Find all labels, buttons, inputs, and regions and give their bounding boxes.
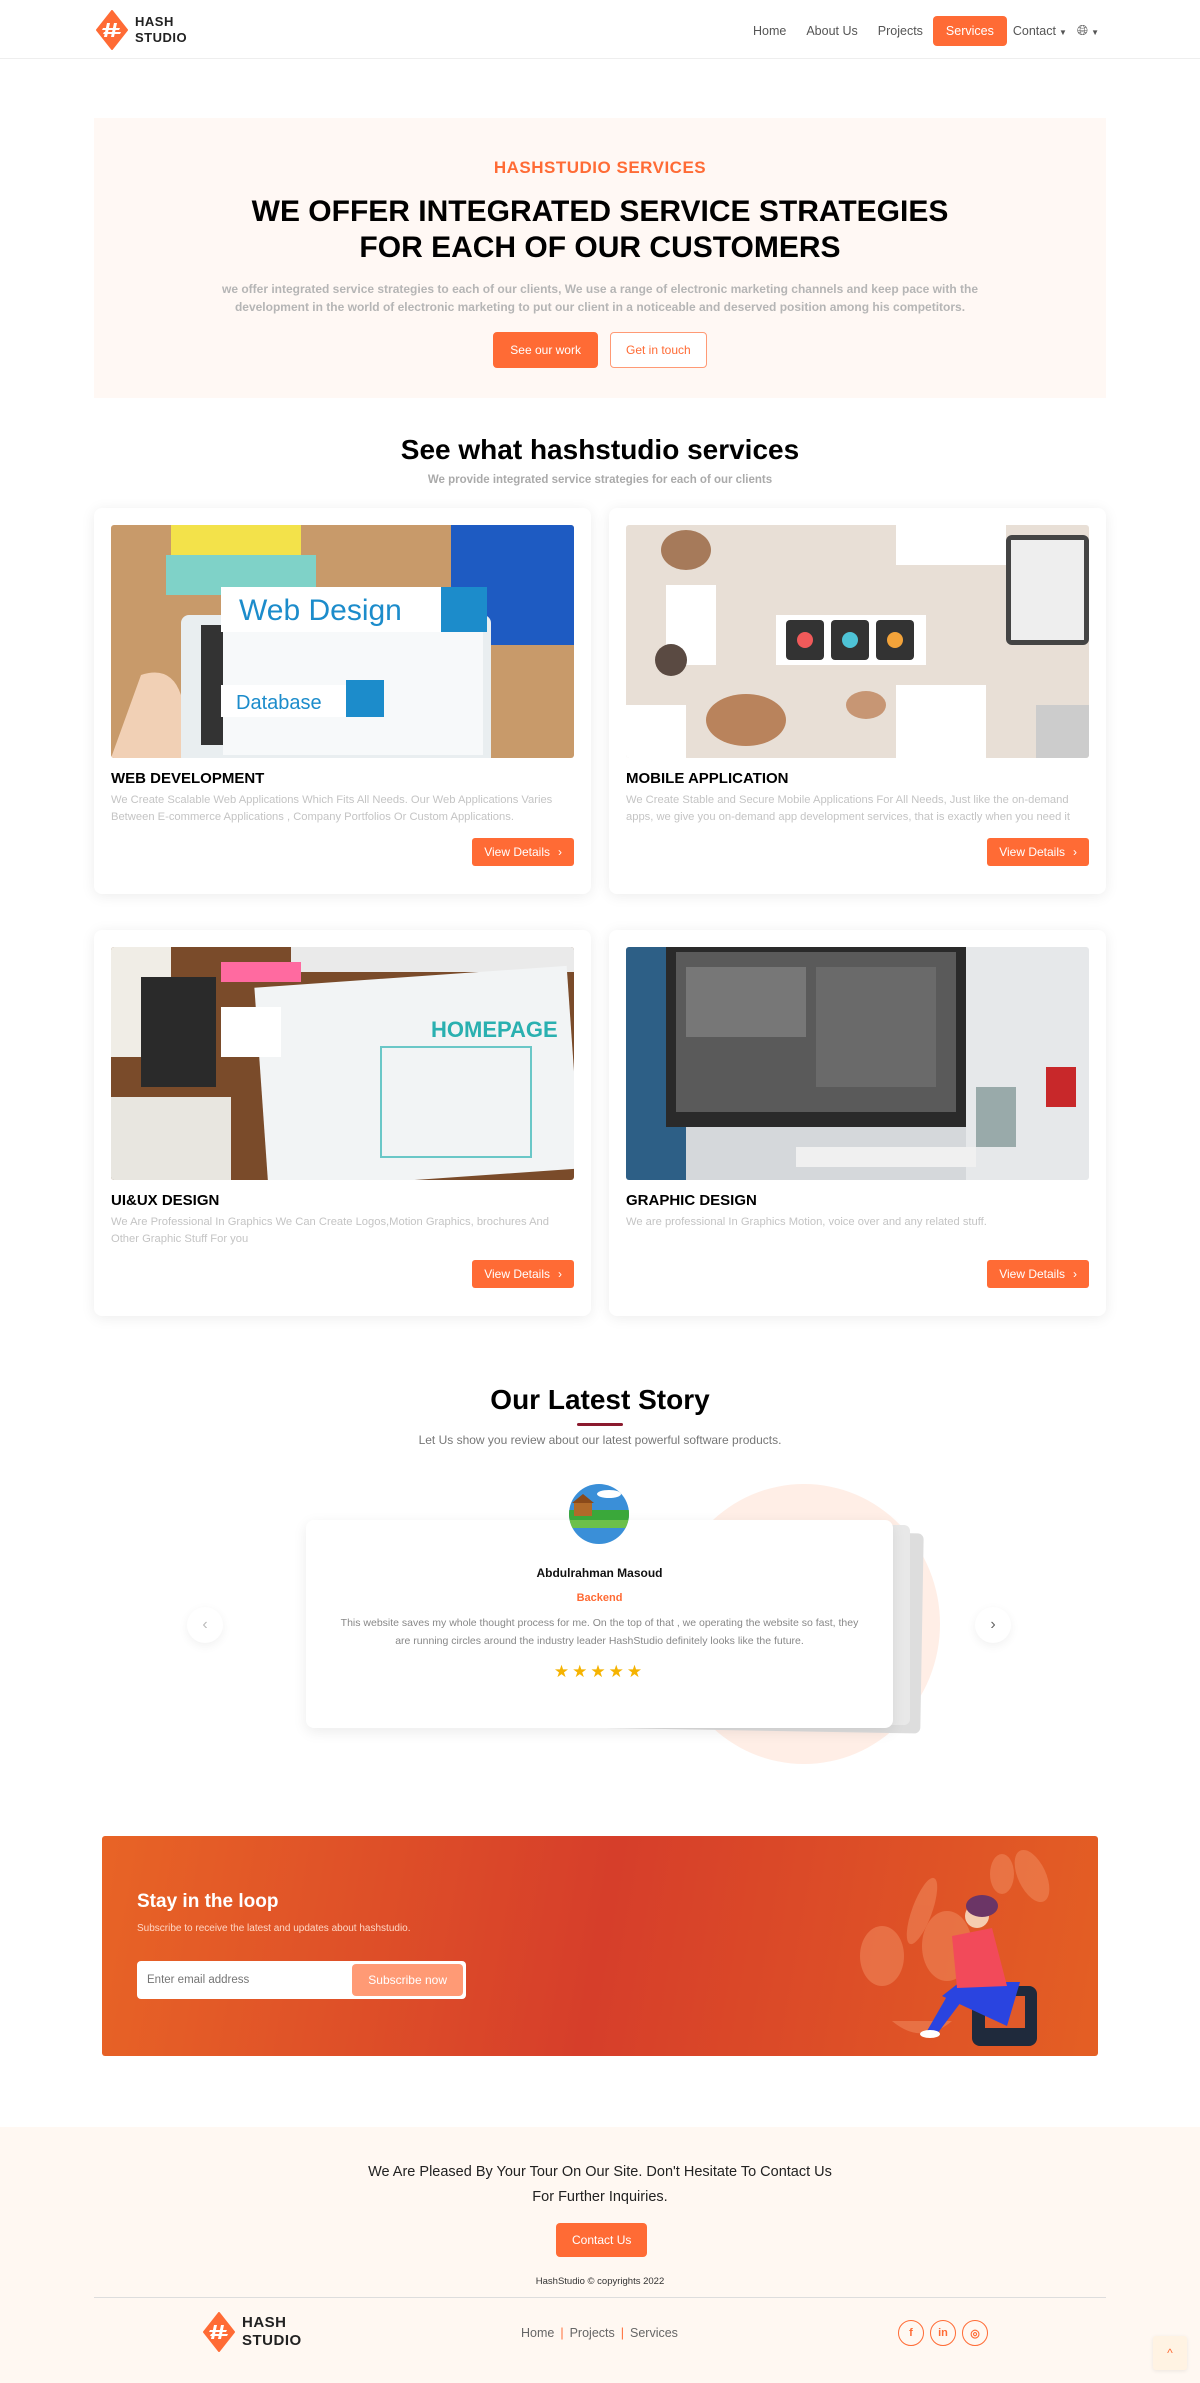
nav-about-us[interactable]: About Us — [796, 16, 867, 46]
hash-logo-icon — [202, 2312, 236, 2352]
designer-monitor-image — [626, 947, 1089, 1180]
footer-link-home[interactable]: Home — [521, 2326, 554, 2340]
brand-line-1: HASH — [135, 14, 174, 29]
hero-title: WE OFFER INTEGRATED SERVICE STRATEGIES F… — [251, 195, 949, 264]
chevron-left-icon: ‹ — [202, 1616, 208, 1633]
caret-down-icon: ▼ — [1058, 27, 1067, 37]
chevron-up-icon: ^ — [1167, 2346, 1173, 2360]
chevron-right-icon: › — [1073, 1267, 1077, 1281]
card-title: WEB DEVELOPMENT — [111, 770, 265, 787]
reviewer-role: Backend — [576, 1592, 623, 1604]
chevron-right-icon: › — [1073, 845, 1077, 859]
footer-message: We Are Pleased By Your Tour On Our Site.… — [0, 2160, 1200, 2210]
footer-link-projects[interactable]: Projects — [570, 2326, 615, 2340]
footer-message-text: We Are Pleased By Your Tour On Our Site.… — [368, 2164, 832, 2205]
card-description: We are professional In Graphics Motion, … — [626, 1216, 987, 1228]
view-details-label: View Details — [484, 845, 550, 859]
view-details-label: View Details — [999, 845, 1065, 859]
review-card: Abdulrahman Masoud Backend This website … — [306, 1520, 893, 1728]
footer: We Are Pleased By Your Tour On Our Site.… — [0, 2127, 1200, 2383]
nav-projects[interactable]: Projects — [868, 16, 933, 46]
service-card-uiux-design: HOMEPAGE UI&UX DESIGN We Are Professiona… — [94, 930, 591, 1316]
brand-line-1: HASH — [242, 2314, 287, 2331]
hero-kicker: HASHSTUDIO SERVICES — [493, 158, 707, 177]
chevron-right-icon: › — [558, 1267, 562, 1281]
homepage-sketch-image: HOMEPAGE — [111, 947, 574, 1180]
view-details-button[interactable]: View Details › — [987, 1260, 1089, 1288]
language-dropdown[interactable]: 🌐︎ ▼ — [1071, 14, 1105, 47]
web-design-tablet-image: Web Design Database — [111, 525, 574, 758]
nav-services[interactable]: Services — [932, 15, 1007, 46]
newsletter-banner: Stay in the loop Subscribe to receive th… — [102, 1836, 1098, 2056]
card-description: We Create Stable and Secure Mobile Appli… — [626, 794, 1071, 823]
carousel-prev-button[interactable]: ‹ — [187, 1607, 223, 1643]
person-sitting-illustration — [842, 1836, 1098, 2056]
newsletter-form: Subscribe now — [137, 1961, 466, 1999]
social-links: f in ◎ — [898, 2320, 988, 2346]
services-title: See what hashstudio services — [400, 434, 800, 465]
see-our-work-button[interactable]: See our work — [493, 332, 598, 368]
carousel-next-button[interactable]: › — [975, 1607, 1011, 1643]
reviewer-avatar — [569, 1484, 629, 1544]
svg-text:Database: Database — [236, 692, 322, 714]
nav-menu: Home About Us Projects Services Contact ▼… — [743, 14, 1105, 47]
view-details-label: View Details — [484, 1267, 550, 1281]
linkedin-icon[interactable]: in — [930, 2320, 956, 2346]
subscribe-button[interactable]: Subscribe now — [352, 1964, 463, 1996]
footer-logo[interactable]: HASH STUDIO — [202, 2312, 302, 2352]
story-subtitle: Let Us show you review about our latest … — [418, 1433, 782, 1447]
get-in-touch-button[interactable]: Get in touch — [609, 332, 707, 368]
card-title: UI&UX DESIGN — [111, 1192, 220, 1209]
story-title: Our Latest Story — [490, 1384, 710, 1415]
card-title: MOBILE APPLICATION — [626, 770, 789, 787]
service-card-web-development: Web Design Database WEB DEVELOPMENT We C… — [94, 508, 591, 894]
star-rating: ★★★★★ — [553, 1662, 646, 1681]
chevron-right-icon: › — [558, 845, 562, 859]
nav-contact-dropdown[interactable]: Contact ▼ — [1007, 16, 1071, 46]
newsletter-title: Stay in the loop — [137, 1891, 279, 1912]
mobile-app-wireframes-image — [626, 525, 1089, 758]
card-description: We Are Professional In Graphics We Can C… — [111, 1216, 549, 1245]
reviewer-name: Abdulrahman Masoud — [536, 1566, 663, 1580]
contact-us-button[interactable]: Contact Us — [556, 2223, 648, 2257]
link-separator: | — [620, 2326, 624, 2340]
copyright: HashStudio © copyrights 2022 — [535, 2276, 665, 2287]
instagram-icon[interactable]: ◎ — [962, 2320, 988, 2346]
hero-section: HASHSTUDIO SERVICES WE OFFER INTEGRATED … — [94, 118, 1106, 398]
svg-text:HOMEPAGE: HOMEPAGE — [431, 1017, 558, 1042]
globe-icon: 🌐︎ — [1076, 22, 1089, 38]
view-details-button[interactable]: View Details › — [987, 838, 1089, 866]
card-description: We Create Scalable Web Applications Whic… — [111, 794, 553, 823]
hero-description: we offer integrated service strategies t… — [221, 282, 978, 314]
hash-logo-icon — [95, 10, 129, 50]
footer-divider — [94, 2297, 1106, 2298]
view-details-button[interactable]: View Details › — [472, 1260, 574, 1288]
card-title: GRAPHIC DESIGN — [626, 1192, 757, 1209]
view-details-button[interactable]: View Details › — [472, 838, 574, 866]
view-details-label: View Details — [999, 1267, 1065, 1281]
brand-logo[interactable]: HASH STUDIO — [95, 10, 187, 50]
service-card-mobile-application: MOBILE APPLICATION We Create Stable and … — [609, 508, 1106, 894]
footer-links: Home | Projects | Services — [521, 2326, 678, 2340]
brand-line-2: STUDIO — [135, 30, 188, 45]
nav-home[interactable]: Home — [743, 16, 796, 46]
brand-line-2: STUDIO — [242, 2332, 302, 2349]
footer-link-services[interactable]: Services — [630, 2326, 678, 2340]
email-input[interactable] — [140, 1974, 353, 1986]
facebook-icon[interactable]: f — [898, 2320, 924, 2346]
review-text: This website saves my whole thought proc… — [340, 1617, 859, 1647]
svg-text:Web Design: Web Design — [239, 594, 402, 627]
nav-contact-label: Contact — [1012, 23, 1056, 38]
service-card-graphic-design: GRAPHIC DESIGN We are professional In Gr… — [609, 930, 1106, 1316]
scroll-to-top-button[interactable]: ^ — [1153, 2336, 1187, 2370]
title-underline — [577, 1423, 623, 1426]
services-subtitle: We provide integrated service strategies… — [427, 474, 773, 486]
chevron-right-icon: › — [990, 1616, 996, 1633]
link-separator: | — [560, 2326, 564, 2340]
newsletter-subtitle: Subscribe to receive the latest and upda… — [137, 1923, 411, 1934]
caret-down-icon: ▼ — [1091, 28, 1099, 37]
top-navbar: HASH STUDIO Home About Us Projects Servi… — [0, 0, 1200, 59]
